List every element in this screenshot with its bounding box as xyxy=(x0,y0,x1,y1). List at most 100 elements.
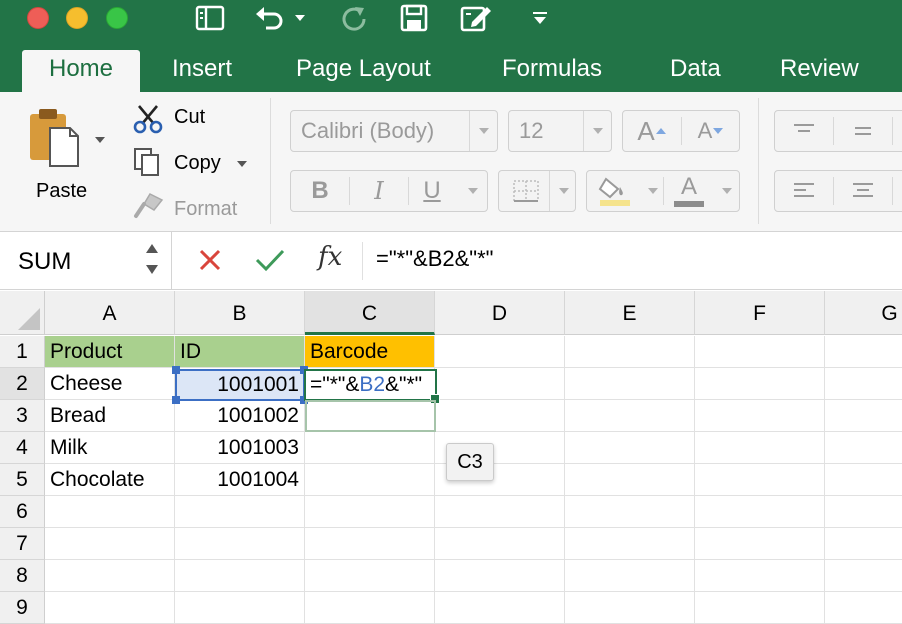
grid-cell[interactable] xyxy=(565,592,695,624)
grid-cell[interactable] xyxy=(305,464,435,496)
grid-cell[interactable] xyxy=(825,528,902,560)
window-minimize-button[interactable] xyxy=(66,7,88,29)
grid-cell[interactable] xyxy=(305,592,435,624)
grid-cell[interactable] xyxy=(435,400,565,432)
grid-cell[interactable] xyxy=(435,336,565,368)
enter-formula-icon[interactable] xyxy=(254,246,286,279)
grid-cell[interactable] xyxy=(565,560,695,592)
grid-cell[interactable] xyxy=(45,496,175,528)
cut-button[interactable]: Cut xyxy=(174,106,205,129)
column-header-c[interactable]: C xyxy=(305,291,435,335)
tab-home[interactable]: Home xyxy=(22,50,140,92)
grid-cell[interactable] xyxy=(565,496,695,528)
font-name-dropdown-icon[interactable] xyxy=(469,111,497,151)
grid-cell[interactable] xyxy=(825,560,902,592)
cell-b5[interactable]: 1001004 xyxy=(175,464,305,496)
row-header-2[interactable]: 2 xyxy=(0,368,45,400)
grid-cell[interactable] xyxy=(825,592,902,624)
grid-cell[interactable] xyxy=(825,432,902,464)
column-header-g[interactable]: G xyxy=(825,291,902,335)
row-header-1[interactable]: 1 xyxy=(0,336,45,368)
undo-icon[interactable] xyxy=(252,2,288,34)
align-middle-icon[interactable] xyxy=(834,111,892,151)
row-header-6[interactable]: 6 xyxy=(0,496,45,528)
underline-button[interactable]: U xyxy=(409,171,455,211)
cell-c1[interactable]: Barcode xyxy=(305,336,435,368)
grid-cell[interactable] xyxy=(565,336,695,368)
grid-cell[interactable] xyxy=(175,496,305,528)
tab-formulas[interactable]: Formulas xyxy=(500,50,604,92)
save-icon[interactable] xyxy=(396,2,432,34)
grid-cell[interactable] xyxy=(435,560,565,592)
cell-a4[interactable]: Milk xyxy=(45,432,175,464)
column-header-a[interactable]: A xyxy=(45,291,175,335)
cell-c3-target[interactable] xyxy=(305,400,436,432)
tab-data[interactable]: Data xyxy=(668,50,723,92)
grid-cell[interactable] xyxy=(825,368,902,400)
row-header-7[interactable]: 7 xyxy=(0,528,45,560)
row-header-8[interactable]: 8 xyxy=(0,560,45,592)
window-maximize-button[interactable] xyxy=(106,7,128,29)
resize-handle[interactable] xyxy=(172,396,180,404)
select-all-button[interactable] xyxy=(0,291,45,335)
underline-dropdown-icon[interactable] xyxy=(459,171,487,211)
cell-b3[interactable]: 1001002 xyxy=(175,400,305,432)
grid-cell[interactable] xyxy=(45,560,175,592)
align-top-icon[interactable] xyxy=(775,111,833,151)
grid-cell[interactable] xyxy=(175,592,305,624)
bold-button[interactable]: B xyxy=(291,171,349,211)
grid-cell[interactable] xyxy=(175,560,305,592)
name-box-down-arrow-icon[interactable] xyxy=(146,265,158,274)
format-painter-icon[interactable] xyxy=(132,192,164,225)
grid-cell[interactable] xyxy=(565,400,695,432)
paste-icon[interactable] xyxy=(26,106,84,170)
grid-cell[interactable] xyxy=(435,368,565,400)
formula-input[interactable]: ="*"&B2&"*" xyxy=(376,246,493,272)
grid-cell[interactable] xyxy=(565,368,695,400)
grid-cell[interactable] xyxy=(175,528,305,560)
name-box-up-arrow-icon[interactable] xyxy=(146,244,158,253)
grid-cell[interactable] xyxy=(565,432,695,464)
cell-a2[interactable]: Cheese xyxy=(45,368,175,400)
grid-cell[interactable] xyxy=(695,592,825,624)
tab-insert[interactable]: Insert xyxy=(170,50,234,92)
column-header-f[interactable]: F xyxy=(695,291,825,335)
name-box[interactable]: SUM xyxy=(0,232,172,290)
cell-b4[interactable]: 1001003 xyxy=(175,432,305,464)
fill-color-dropdown-icon[interactable] xyxy=(639,171,663,211)
grid-cell[interactable] xyxy=(305,432,435,464)
grid-cell[interactable] xyxy=(695,368,825,400)
borders-icon[interactable] xyxy=(505,171,547,211)
edit-sheet-icon[interactable] xyxy=(458,2,494,34)
grow-font-button[interactable]: A xyxy=(623,111,681,151)
cancel-formula-icon[interactable] xyxy=(196,246,224,279)
copy-dropdown-icon[interactable] xyxy=(236,156,248,174)
grid-cell[interactable] xyxy=(305,528,435,560)
grid-cell[interactable] xyxy=(565,528,695,560)
row-header-9[interactable]: 9 xyxy=(0,592,45,624)
row-header-4[interactable]: 4 xyxy=(0,432,45,464)
tab-review[interactable]: Review xyxy=(778,50,861,92)
font-size-dropdown-icon[interactable] xyxy=(583,111,611,151)
grid-cell[interactable] xyxy=(695,336,825,368)
scissors-icon[interactable] xyxy=(132,102,164,139)
cell-a1[interactable]: Product xyxy=(45,336,175,368)
window-close-button[interactable] xyxy=(27,7,49,29)
grid-cell[interactable] xyxy=(695,496,825,528)
cell-a5[interactable]: Chocolate xyxy=(45,464,175,496)
copy-button[interactable]: Copy xyxy=(174,152,221,175)
grid-cell[interactable] xyxy=(565,464,695,496)
font-size-combo[interactable]: 12 xyxy=(508,110,612,152)
undo-dropdown-icon[interactable] xyxy=(288,2,312,34)
fill-color-icon[interactable] xyxy=(589,171,639,211)
grid-cell[interactable] xyxy=(825,464,902,496)
shrink-font-button[interactable]: A xyxy=(682,111,740,151)
grid-cell[interactable] xyxy=(825,400,902,432)
borders-dropdown-icon[interactable] xyxy=(549,171,577,211)
cell-b1[interactable]: ID xyxy=(175,336,305,368)
column-header-b[interactable]: B xyxy=(175,291,305,335)
grid-cell[interactable] xyxy=(825,496,902,528)
tab-page-layout[interactable]: Page Layout xyxy=(294,50,433,92)
grid-cell[interactable] xyxy=(435,528,565,560)
copy-icon[interactable] xyxy=(132,146,162,183)
